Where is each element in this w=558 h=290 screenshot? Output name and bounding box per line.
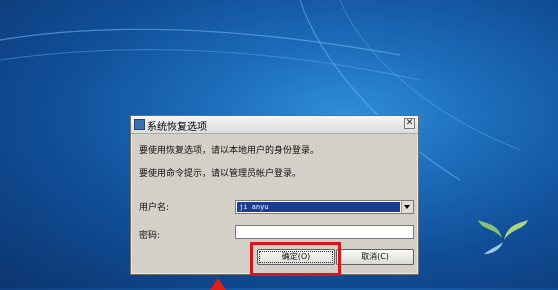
dialog-titlebar[interactable]: 系统恢复选项 ✕	[131, 116, 418, 134]
username-value: ji anyu	[237, 202, 400, 212]
instruction-line-1: 要使用恢复选项，请以本地用户的身份登录。	[139, 146, 320, 156]
ok-button-highlight	[250, 242, 341, 276]
arrow-up-icon	[210, 278, 226, 290]
chevron-down-icon[interactable]	[401, 201, 413, 213]
password-field[interactable]	[235, 225, 414, 239]
cancel-button[interactable]: 取消(C)	[336, 249, 414, 265]
windows-logo-icon	[478, 220, 528, 254]
instruction-line-2: 要使用命令提示，请以管理员帐户登录。	[139, 169, 302, 179]
username-label: 用户名:	[139, 203, 170, 213]
username-select[interactable]: ji anyu	[235, 200, 414, 214]
dialog-title: 系统恢复选项	[147, 122, 207, 133]
password-label: 密码:	[139, 231, 161, 241]
recovery-icon	[134, 119, 145, 130]
close-button[interactable]: ✕	[404, 118, 415, 129]
